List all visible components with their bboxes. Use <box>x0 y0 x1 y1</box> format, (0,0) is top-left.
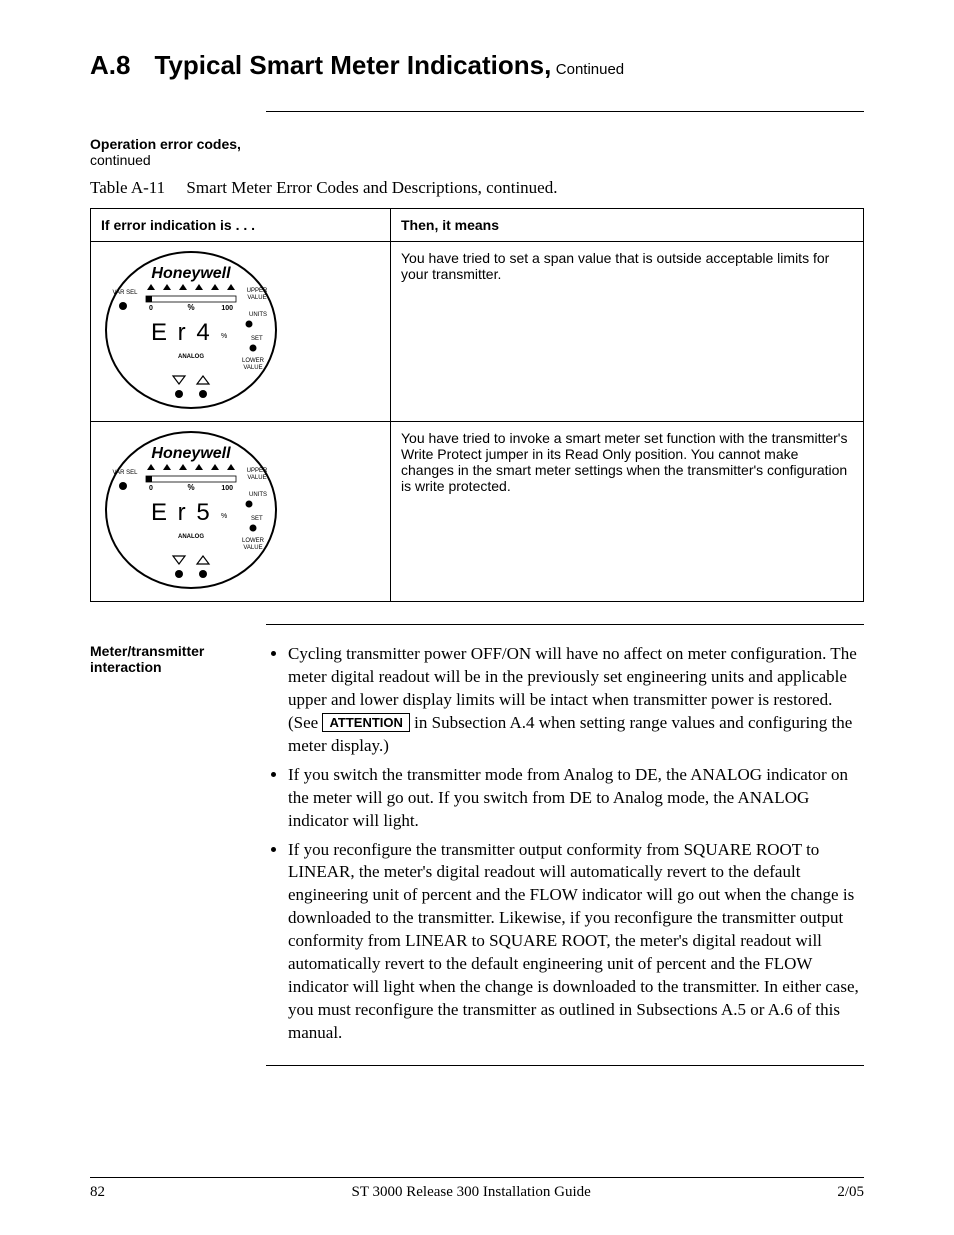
meter-button-icon <box>199 570 207 578</box>
footer-date: 2/05 <box>837 1184 864 1201</box>
meter-label-upper: UPPER <box>247 468 268 474</box>
page-footer: 82 ST 3000 Release 300 Installation Guid… <box>90 1177 864 1201</box>
table-row: Honeywell VAR SEL UPPER VALUE 0 % 100 UN… <box>91 422 864 602</box>
subheading-bold: Operation error codes, <box>90 136 864 152</box>
meter-button-icon <box>119 482 127 490</box>
meter-label-upper: UPPER <box>247 288 268 294</box>
page-heading: A.8 Typical Smart Meter Indications, Con… <box>90 50 864 81</box>
svg-text:SET: SET <box>251 516 263 522</box>
svg-text:ANALOG: ANALOG <box>178 534 204 540</box>
svg-text:LOWER: LOWER <box>242 358 265 364</box>
meter-button-icon <box>250 525 257 532</box>
svg-text:%: % <box>221 513 227 520</box>
section-body: Cycling transmitter power OFF/ON will ha… <box>266 643 864 1051</box>
svg-text:UNITS: UNITS <box>249 492 267 498</box>
svg-text:VALUE: VALUE <box>243 365 262 371</box>
meter-button-icon <box>199 390 207 398</box>
table-caption: Table A-11 Smart Meter Error Codes and D… <box>90 178 864 198</box>
svg-text:100: 100 <box>221 485 233 492</box>
svg-text:%: % <box>187 303 194 312</box>
meter-button-icon <box>246 321 253 328</box>
description-cell: You have tried to set a span value that … <box>391 242 864 422</box>
table-caption-prefix: Table A-11 <box>90 178 165 197</box>
meter-display-code: E r 5 <box>151 499 212 526</box>
error-code-table: If error indication is . . . Then, it me… <box>90 208 864 602</box>
section-left-label: Meter/transmitter interaction <box>90 643 266 1051</box>
meter-illustration: Honeywell VAR SEL UPPER VALUE 0 % 100 UN… <box>101 430 281 590</box>
meter-button-icon <box>175 390 183 398</box>
list-item: If you reconfigure the transmitter outpu… <box>288 839 864 1045</box>
svg-text:UNITS: UNITS <box>249 312 267 318</box>
meter-button-icon <box>246 501 253 508</box>
table-caption-text: Smart Meter Error Codes and Descriptions… <box>186 178 557 197</box>
meter-transmitter-section: Meter/transmitter interaction Cycling tr… <box>90 643 864 1051</box>
meter-button-icon <box>119 302 127 310</box>
list-item: If you switch the transmitter mode from … <box>288 764 864 833</box>
table-header-meaning: Then, it means <box>391 209 864 242</box>
footer-page-number: 82 <box>90 1184 105 1201</box>
meter-button-icon <box>250 345 257 352</box>
divider-icon <box>266 111 864 112</box>
svg-text:%: % <box>187 483 194 492</box>
svg-text:0: 0 <box>149 305 153 312</box>
meter-brand: Honeywell <box>151 265 231 282</box>
footer-center: ST 3000 Release 300 Installation Guide <box>352 1184 591 1201</box>
meter-display-code: E r 4 <box>151 319 212 346</box>
meter-brand: Honeywell <box>151 445 231 462</box>
heading-title: Typical Smart Meter Indications, <box>154 50 551 80</box>
meter-illustration: Honeywell VAR SEL UPPER VALUE 0 % 100 UN… <box>101 250 281 410</box>
meter-cell: Honeywell VAR SEL UPPER VALUE 0 % 100 UN… <box>91 422 391 602</box>
heading-number: A.8 <box>90 50 130 81</box>
attention-box: ATTENTION <box>322 713 409 733</box>
document-page: A.8 Typical Smart Meter Indications, Con… <box>0 0 954 1235</box>
table-header-indication: If error indication is . . . <box>91 209 391 242</box>
meter-label-var-sel: VAR SEL <box>113 290 139 296</box>
divider-icon <box>90 1177 864 1178</box>
divider-icon <box>266 1065 864 1066</box>
svg-text:VALUE: VALUE <box>247 295 266 301</box>
meter-button-icon <box>175 570 183 578</box>
meter-label-var-sel: VAR SEL <box>113 470 139 476</box>
svg-text:VALUE: VALUE <box>243 545 262 551</box>
svg-text:0: 0 <box>149 485 153 492</box>
meter-cell: Honeywell VAR SEL UPPER VALUE 0 % 100 UN… <box>91 242 391 422</box>
svg-text:ANALOG: ANALOG <box>178 354 204 360</box>
svg-text:100: 100 <box>221 305 233 312</box>
table-row: Honeywell VAR SEL UPPER VALUE 0 % 100 UN… <box>91 242 864 422</box>
list-item: Cycling transmitter power OFF/ON will ha… <box>288 643 864 758</box>
subheading-continued: continued <box>90 152 864 168</box>
svg-text:SET: SET <box>251 336 263 342</box>
svg-text:VALUE: VALUE <box>247 475 266 481</box>
subheading: Operation error codes, continued <box>90 136 864 168</box>
svg-text:LOWER: LOWER <box>242 538 265 544</box>
heading-continued: Continued <box>556 61 624 78</box>
description-cell: You have tried to invoke a smart meter s… <box>391 422 864 602</box>
divider-icon <box>266 624 864 625</box>
svg-text:%: % <box>221 333 227 340</box>
